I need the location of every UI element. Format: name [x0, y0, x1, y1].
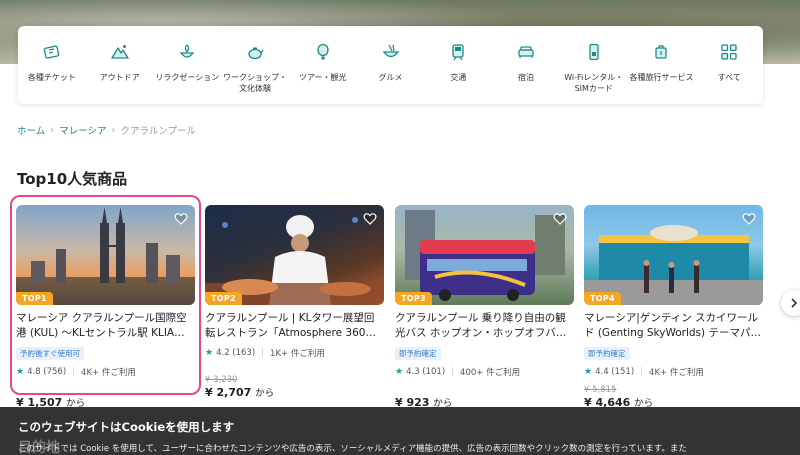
breadcrumb-separator: ›: [50, 124, 55, 136]
category-label: グルメ: [378, 73, 403, 82]
product-card-1[interactable]: TOP1 マレーシア クアラルンプール国際空港 (KUL) 〜KLセントラル駅 …: [16, 205, 195, 409]
product-title[interactable]: クアラルンプール 乗り降り自由の観光バス ホップオン・ホップオフバ…: [395, 311, 574, 341]
balloon-icon: [313, 42, 333, 62]
product-title[interactable]: クアラルンプール | KLタワー展望回転レストラン「Atmosphere 360…: [205, 311, 384, 341]
wishlist-heart-icon[interactable]: [363, 212, 377, 226]
category-label: リラクゼーション: [155, 73, 220, 82]
category-relaxation[interactable]: リラクゼーション: [153, 42, 221, 104]
ticket-icon: [42, 42, 62, 62]
breadcrumb-country[interactable]: マレーシア: [59, 123, 106, 137]
price-from: から: [255, 388, 275, 399]
category-label: アウトドア: [99, 73, 140, 82]
wishlist-heart-icon[interactable]: [174, 212, 188, 226]
spa-icon: [177, 42, 197, 62]
category-tours[interactable]: ツアー・観光: [289, 42, 357, 104]
breadcrumb-current: クアラルンプール: [120, 126, 197, 137]
product-image: TOP3: [395, 205, 574, 305]
carousel-next-button[interactable]: [781, 290, 800, 316]
price-value: ¥ 2,707: [205, 386, 252, 399]
phone-sim-icon: [584, 42, 604, 62]
booked-count: 4K+ 件ご利用: [81, 368, 136, 378]
product-card-4[interactable]: TOP4 マレーシア|ゲンティン スカイワールド (Genting SkyWor…: [584, 205, 763, 409]
category-transport[interactable]: 交通: [424, 42, 492, 104]
category-label: 各種旅行サービス: [629, 73, 694, 82]
original-price: ¥ 5,815: [584, 385, 617, 395]
product-tag: 予約後すぐ使用可: [16, 347, 84, 360]
cookie-banner: 目的地 このウェブサイトはCookieを使用します このサイトでは Cookie…: [0, 407, 800, 455]
category-workshop[interactable]: ワークショップ・文化体験: [221, 42, 289, 104]
divider: |: [640, 367, 644, 377]
rating-value: 4.4 (151): [595, 367, 635, 377]
mountain-icon: [110, 42, 130, 62]
category-all[interactable]: すべて: [695, 42, 763, 104]
category-lodging[interactable]: 宿泊: [492, 42, 560, 104]
breadcrumb-separator: ›: [111, 124, 116, 136]
original-price: [16, 385, 195, 395]
category-travel-services[interactable]: 各種旅行サービス: [628, 42, 696, 104]
product-rating: ★ 4.2 (163) | 1K+ 件ご利用: [205, 347, 384, 359]
category-label: ワークショップ・文化体験: [223, 73, 288, 93]
cookie-title: このウェブサイトはCookieを使用します: [18, 420, 235, 434]
rating-value: 4.2 (163): [216, 348, 256, 358]
category-label: Wi-Fiレンタル・SIMカード: [564, 73, 624, 93]
rating-value: 4.3 (101): [406, 367, 446, 377]
bed-icon: [516, 42, 536, 62]
product-price: ¥ 2,707 から: [205, 385, 384, 399]
grid-icon: [719, 42, 739, 62]
product-rating: ★ 4.3 (101) | 400+ 件ご利用: [395, 366, 574, 378]
star-icon: ★: [584, 367, 593, 377]
divider: |: [261, 348, 265, 358]
original-price: [395, 385, 574, 395]
booked-count: 4K+ 件ご利用: [649, 368, 704, 378]
star-icon: ★: [16, 367, 25, 377]
breadcrumb: ホーム › マレーシア › クアラルンプール: [17, 123, 197, 138]
rank-badge: TOP2: [205, 292, 242, 305]
page: 各種チケット アウトドア リラクゼーション ワークショップ・文化体験 ツアー・観…: [0, 0, 800, 455]
product-rating: ★ 4.8 (756) | 4K+ 件ご利用: [16, 366, 195, 378]
category-label: 各種チケット: [27, 73, 76, 82]
divider: |: [451, 367, 455, 377]
product-tag: 即予約確定: [395, 347, 441, 360]
train-icon: [448, 42, 468, 62]
category-nav: 各種チケット アウトドア リラクゼーション ワークショップ・文化体験 ツアー・観…: [18, 26, 763, 104]
star-icon: ★: [395, 367, 404, 377]
category-label: 宿泊: [518, 73, 534, 82]
product-image: TOP4: [584, 205, 763, 305]
category-wifi-sim[interactable]: Wi-Fiレンタル・SIMカード: [560, 42, 628, 104]
rank-badge: TOP3: [395, 292, 432, 305]
category-label: すべて: [717, 73, 741, 82]
booked-count: 400+ 件ご利用: [460, 368, 521, 378]
divider: |: [72, 367, 76, 377]
category-tickets[interactable]: 各種チケット: [18, 42, 86, 104]
category-label: ツアー・観光: [299, 73, 347, 82]
star-icon: ★: [205, 348, 214, 358]
category-label: 交通: [450, 73, 467, 82]
product-title[interactable]: マレーシア|ゲンティン スカイワールド (Genting SkyWorlds) …: [584, 311, 763, 341]
cookie-text: このサイトでは Cookie を使用して、ユーザーに合わせたコンテンツや広告の表…: [18, 444, 687, 454]
category-gourmet[interactable]: グルメ: [357, 42, 425, 104]
chevron-right-icon: [791, 298, 798, 308]
breadcrumb-home[interactable]: ホーム: [17, 123, 45, 137]
booked-count: 1K+ 件ご利用: [270, 349, 325, 359]
product-title[interactable]: マレーシア クアラルンプール国際空港 (KUL) 〜KLセントラル駅 KLIA…: [16, 311, 195, 341]
rank-badge: TOP1: [16, 292, 53, 305]
wishlist-heart-icon[interactable]: [742, 212, 756, 226]
luggage-icon: [651, 42, 671, 62]
section-title: Top10人気商品: [17, 170, 128, 188]
product-card-2[interactable]: TOP2 クアラルンプール | KLタワー展望回転レストラン「Atmospher…: [205, 205, 384, 399]
product-rating: ★ 4.4 (151) | 4K+ 件ご利用: [584, 366, 763, 378]
product-image: TOP2: [205, 205, 384, 305]
food-bowl-icon: [381, 42, 401, 62]
category-outdoor[interactable]: アウトドア: [86, 42, 154, 104]
teapot-icon: [245, 42, 265, 62]
product-card-3[interactable]: TOP3 クアラルンプール 乗り降り自由の観光バス ホップオン・ホップオフバ… …: [395, 205, 574, 409]
product-tag: 即予約確定: [584, 347, 630, 360]
original-price: ¥ 3,230: [205, 375, 238, 385]
rank-badge: TOP4: [584, 292, 621, 305]
product-image: TOP1: [16, 205, 195, 305]
wishlist-heart-icon[interactable]: [553, 212, 567, 226]
rating-value: 4.8 (756): [27, 367, 67, 377]
